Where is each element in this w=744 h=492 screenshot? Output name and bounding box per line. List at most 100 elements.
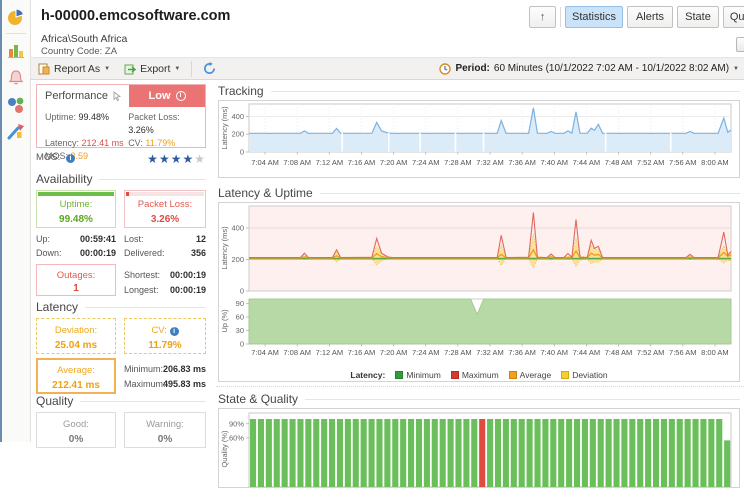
toolbar-separator [191, 60, 193, 77]
performance-status-badge[interactable]: Low i [129, 85, 205, 107]
longest-outage: Longest: 00:00:19 [124, 285, 206, 295]
warning-box: Warning: 0% [124, 412, 206, 448]
legend-item: Average [508, 370, 551, 380]
caret-down-icon: ▼ [174, 65, 181, 72]
svg-text:7:40 AM: 7:40 AM [541, 158, 569, 167]
info-icon: i [169, 327, 179, 336]
toolbar: Report As ▼ Export ▼ Period: 60 Minutes … [31, 57, 744, 80]
legend-item: Minimum [395, 370, 441, 380]
svg-text:7:24 AM: 7:24 AM [412, 158, 440, 167]
section-divider [216, 386, 744, 387]
deviation-box: Deviation: 25.04 ms [36, 318, 116, 354]
legend-item: Deviation [561, 370, 608, 380]
legend-title: Latency: [350, 370, 386, 380]
down-duration: Down: 00:00:19 [36, 248, 116, 258]
host-title: h-00000.emcosoftware.com [41, 8, 231, 24]
svg-text:7:56 AM: 7:56 AM [669, 158, 697, 167]
tracking-chart[interactable]: 0 200 400 7:04 AM 7:08 AM 7:12 AM 7:16 AM 7:20 … [219, 101, 739, 177]
svg-text:7:36 AM: 7:36 AM [508, 348, 536, 357]
performance-panel: Performance Low i Uptime: 99.48% Packet … [36, 84, 206, 161]
svg-text:7:20 AM: 7:20 AM [380, 158, 408, 167]
svg-text:8:00 AM: 8:00 AM [701, 158, 729, 167]
svg-text:7:28 AM: 7:28 AM [444, 158, 472, 167]
svg-text:7:56 AM: 7:56 AM [669, 348, 697, 357]
svg-text:7:40 AM: 7:40 AM [541, 348, 569, 357]
bar-chart-icon[interactable] [6, 41, 26, 61]
app-window: { "window": { "title": "h-00000.emcosoft… [0, 0, 744, 492]
svg-text:200: 200 [231, 255, 244, 264]
svg-text:7:24 AM: 7:24 AM [412, 348, 440, 357]
period-selector[interactable]: Period: 60 Minutes (10/1/2022 7:02 AM - … [439, 62, 744, 75]
svg-text:8:00 AM: 8:00 AM [701, 348, 729, 357]
tab-state[interactable]: State [677, 6, 719, 28]
tracking-chart-box: 0 200 400 7:04 AM 7:08 AM 7:12 AM 7:16 AM 7:20 … [218, 100, 740, 178]
export-button[interactable]: Export ▼ [117, 59, 187, 78]
header-separator [560, 7, 561, 27]
tab-statistics[interactable]: Statistics [565, 6, 623, 28]
uptime-box: Uptime: 99.48% [36, 190, 116, 228]
svg-text:Quality (%): Quality (%) [220, 430, 229, 468]
nav-sidebar [0, 0, 31, 442]
svg-text:7:48 AM: 7:48 AM [605, 348, 633, 357]
up-duration: Up: 00:59:41 [36, 234, 116, 244]
perf-cv: CV: 11.79% [128, 138, 176, 148]
svg-text:400: 400 [231, 224, 244, 233]
status-circles-icon[interactable] [6, 95, 26, 115]
packet-loss-box: Packet Loss: 3.26% [124, 190, 206, 228]
tab-alerts[interactable]: Alerts [627, 6, 673, 28]
report-as-button[interactable]: Report As ▼ [31, 59, 117, 78]
maximum-latency: Maximum: 495.83 ms [124, 379, 206, 389]
delivered-count: Delivered: 356 [124, 248, 206, 258]
state-quality-chart-box: 90% 60% Quality (%) [218, 408, 740, 492]
caret-down-icon: ▼ [104, 65, 111, 72]
export-label: Export [140, 62, 171, 75]
packet-loss-progress [126, 192, 129, 196]
latency-uptime-chart-box: 0 200 400 Latency (ms) 0 30 60 90 Up (%) 7:04 AM 7… [218, 202, 740, 382]
pie-chart-icon[interactable] [6, 7, 26, 27]
svg-text:7:20 AM: 7:20 AM [380, 348, 408, 357]
svg-text:7:32 AM: 7:32 AM [476, 348, 504, 357]
legend-item: Maximum [450, 370, 499, 380]
caret-down-icon: ▼ [733, 65, 739, 72]
svg-text:7:04 AM: 7:04 AM [251, 158, 279, 167]
host-location: Africa\South Africa [41, 33, 128, 45]
mos-row: MOS: i ★★★★★ [36, 152, 206, 168]
svg-text:7:44 AM: 7:44 AM [573, 158, 601, 167]
svg-text:30: 30 [236, 326, 244, 335]
clock-icon [439, 62, 452, 75]
panel-options-icon[interactable] [736, 37, 744, 52]
quality-section-title: Quality [36, 394, 206, 408]
tab-quality[interactable]: Quality [723, 6, 744, 28]
latency-section-title: Latency [36, 300, 206, 314]
svg-text:7:32 AM: 7:32 AM [476, 158, 504, 167]
mos-label: MOS: [36, 152, 61, 163]
host-country-code: Country Code: ZA [41, 46, 118, 57]
period-value: 60 Minutes (10/1/2022 7:02 AM - 10/1/202… [493, 63, 730, 74]
perf-uptime: Uptime: 99.48% [45, 112, 110, 122]
state-quality-section-title: State & Quality [218, 392, 740, 406]
svg-text:Latency (ms): Latency (ms) [220, 106, 229, 150]
svg-text:7:08 AM: 7:08 AM [283, 158, 311, 167]
svg-text:7:52 AM: 7:52 AM [637, 158, 665, 167]
bell-icon[interactable] [6, 68, 26, 88]
refresh-icon [204, 62, 216, 74]
svg-text:Latency (ms): Latency (ms) [220, 226, 229, 270]
svg-text:7:44 AM: 7:44 AM [573, 348, 601, 357]
svg-text:0: 0 [240, 287, 244, 296]
svg-text:7:12 AM: 7:12 AM [316, 158, 344, 167]
collapse-up-button[interactable]: ↑ [529, 6, 556, 28]
state-quality-chart[interactable]: 90% 60%Quality (%) [219, 409, 739, 492]
perf-packet-loss: Packet Loss: 3.26% [128, 112, 180, 135]
report-icon [38, 63, 50, 74]
svg-text:7:48 AM: 7:48 AM [605, 158, 633, 167]
svg-text:7:16 AM: 7:16 AM [348, 348, 376, 357]
refresh-button[interactable] [196, 59, 223, 78]
average-box: Average: 212.41 ms [36, 358, 116, 394]
reports-icon[interactable] [6, 122, 26, 142]
latency-uptime-chart[interactable]: 0 200 400Latency (ms) 0 30 60 90 Up (%) 7:04 AM 7… [219, 203, 739, 361]
uptime-progress [38, 192, 114, 196]
cv-box: CV: i 11.79% [124, 318, 206, 354]
svg-text:90%: 90% [229, 419, 244, 428]
svg-text:90: 90 [236, 299, 244, 308]
sidebar-divider [6, 33, 26, 34]
